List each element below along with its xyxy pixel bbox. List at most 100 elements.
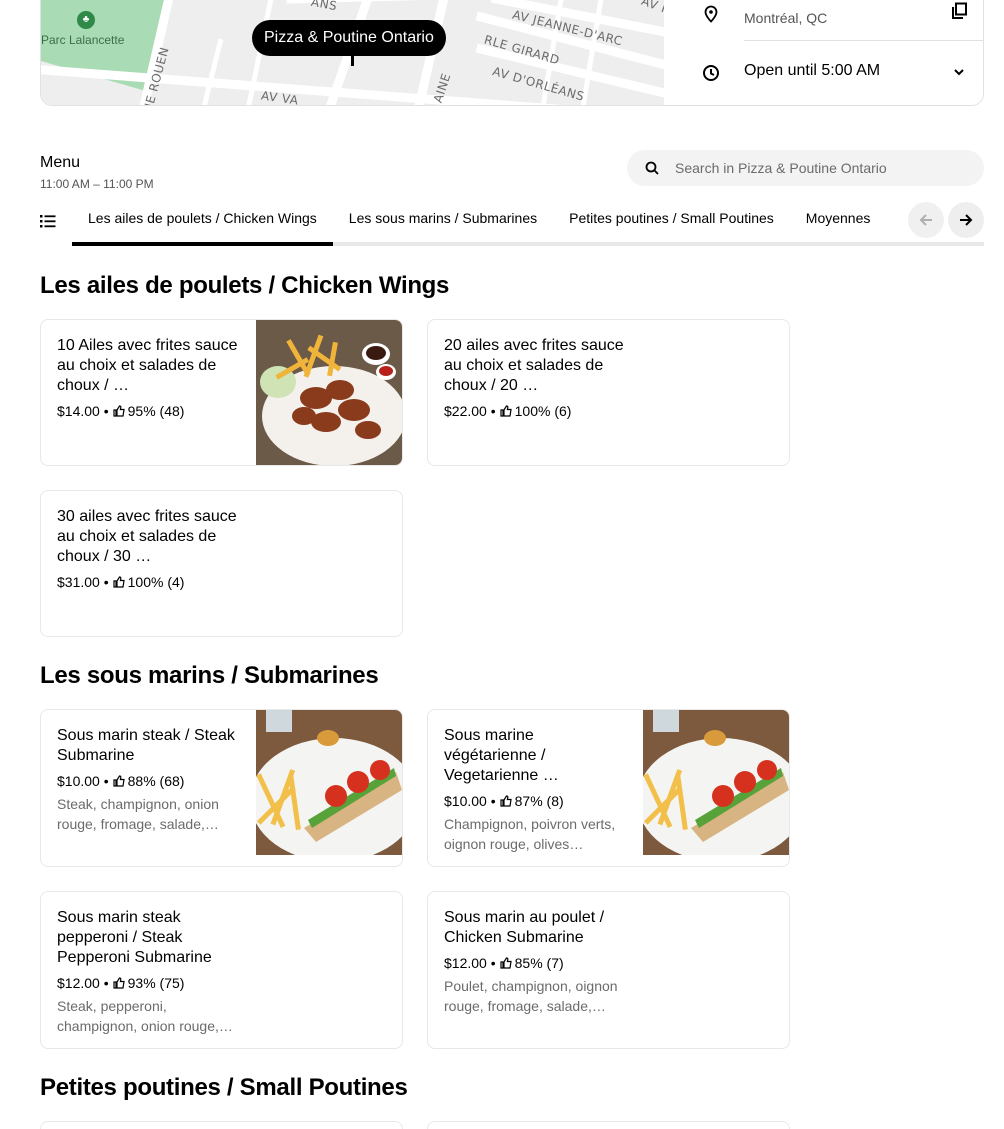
arrow-right-icon [960, 214, 973, 226]
arrow-left-icon [919, 214, 932, 226]
menu-item-name: Sous marin steak / Steak Submarine [57, 727, 235, 764]
menu-item-meta: $31.00 • 100% (4) [57, 573, 239, 591]
menu-hours: 11:00 AM – 11:00 PM [40, 177, 154, 191]
menu-item-rating: 87% (8) [514, 793, 564, 809]
menu-item-price: $12.00 [57, 975, 100, 991]
menu-item-price: $12.00 [444, 955, 487, 971]
search-input[interactable] [675, 150, 975, 186]
thumbs-up-icon [500, 957, 512, 969]
map-pin-icon [704, 5, 718, 23]
menu-title: Menu [40, 154, 81, 171]
menu-item-name: Sous marin au poulet / Chicken Submarine [444, 909, 605, 946]
menu-item-card[interactable]: Sous marin steak / Steak Submarine $10.0… [40, 709, 403, 867]
menu-search[interactable] [627, 150, 984, 186]
menu-item-meta: $10.00 • 87% (8) [444, 792, 626, 810]
menu-item-price: $14.00 [57, 403, 100, 419]
menu-item-text: 10 Ailes avec frites sauce au choix et s… [57, 336, 239, 420]
menu-item-name: Sous marine végétarienne / Vegetarienne … [444, 727, 559, 784]
menu-item-text: Sous marin steak pepperoni / Steak Peppe… [57, 908, 239, 1036]
menu-item-name: 20 ailes avec frites sauce au choix et s… [444, 337, 624, 394]
menu-item-meta: $22.00 • 100% (6) [444, 402, 626, 420]
thumbs-up-icon [500, 405, 512, 417]
menu-item-meta: $12.00 • 93% (75) [57, 974, 239, 992]
meta-separator: • [99, 773, 109, 789]
info-divider [744, 40, 983, 41]
food-photo-submarine [643, 710, 789, 855]
store-map-marker-stem [351, 55, 354, 66]
menu-item-price: $10.00 [57, 773, 100, 789]
menu-item-name: 30 ailes avec frites sauce au choix et s… [57, 508, 237, 565]
menu-item-rating: 100% (6) [514, 403, 572, 419]
menu-item-meta: $14.00 • 95% (48) [57, 402, 239, 420]
section-title: Les sous marins / Submarines [40, 662, 379, 689]
store-map[interactable]: ♣ Parc Lalancette AV JEANNE-D'ARC RLE GI… [41, 0, 664, 105]
category-tab[interactable]: Petites poutines / Small Poutines [553, 200, 790, 246]
meta-separator: • [99, 975, 109, 991]
thumbs-up-icon [113, 775, 125, 787]
menu-item-description: Champignon, poivron verts, oignon rouge,… [444, 816, 616, 852]
store-map-card: ♣ Parc Lalancette AV JEANNE-D'ARC RLE GI… [40, 0, 984, 106]
store-info-panel: Montréal, QC Open until 5:00 AM [664, 0, 983, 105]
menu-item-photo[interactable] [256, 320, 402, 465]
tabs-list: Les ailes de poulets / Chicken Wings Les … [72, 200, 886, 246]
menu-item-description: Poulet, champignon, oignon rouge, fromag… [444, 978, 618, 1014]
menu-item-text: Sous marin au poulet / Chicken Submarine… [444, 908, 626, 1016]
section-title: Petites poutines / Small Poutines [40, 1074, 408, 1101]
copy-icon[interactable] [950, 2, 968, 20]
tabs-next-button[interactable] [948, 202, 984, 238]
chevron-down-icon[interactable] [952, 65, 966, 79]
store-map-marker[interactable]: Pizza & Poutine Ontario [252, 20, 446, 56]
search-icon [645, 161, 659, 175]
store-hours-status[interactable]: Open until 5:00 AM [744, 62, 880, 80]
category-tab[interactable]: Moyennes [790, 200, 887, 246]
menu-item-description: Steak, pepperoni, champignon, onion roug… [57, 998, 233, 1034]
thumbs-up-icon [113, 405, 125, 417]
menu-item-name: Sous marin steak pepperoni / Steak Peppe… [57, 909, 212, 966]
menu-item-text: Sous marin steak / Steak Submarine $10.0… [57, 726, 239, 834]
menu-item-price: $22.00 [444, 403, 487, 419]
meta-separator: • [99, 403, 109, 419]
category-tab[interactable]: Les ailes de poulets / Chicken Wings [72, 200, 333, 246]
menu-item-card[interactable]: 20 ailes avec frites sauce au choix et s… [427, 319, 790, 466]
clock-icon [703, 65, 719, 81]
menu-item-card[interactable]: 30 ailes avec frites sauce au choix et s… [40, 490, 403, 637]
section-title: Les ailes de poulets / Chicken Wings [40, 272, 450, 299]
meta-separator: • [486, 793, 496, 809]
menu-item-rating: 93% (75) [127, 975, 185, 991]
menu-item-photo[interactable] [643, 710, 789, 855]
menu-item-card[interactable]: Sous marine végétarienne / Vegetarienne … [427, 709, 790, 867]
menu-item-card[interactable]: 10 Ailes avec frites sauce au choix et s… [40, 319, 403, 466]
menu-item-card[interactable] [427, 1121, 790, 1129]
store-city: Montréal, QC [744, 10, 828, 26]
menu-item-price: $31.00 [57, 574, 100, 590]
menu-item-card[interactable]: Sous marin au poulet / Chicken Submarine… [427, 891, 790, 1049]
map-park-label: Parc Lalancette [41, 33, 125, 47]
meta-separator: • [486, 403, 496, 419]
thumbs-up-icon [113, 977, 125, 989]
menu-item-price: $10.00 [444, 793, 487, 809]
menu-item-rating: 85% (7) [514, 955, 564, 971]
thumbs-up-icon [113, 576, 125, 588]
menu-item-rating: 100% (4) [127, 574, 185, 590]
menu-item-text: 30 ailes avec frites sauce au choix et s… [57, 507, 239, 591]
category-tabs: Les ailes de poulets / Chicken Wings Les … [40, 200, 984, 248]
meta-separator: • [486, 955, 496, 971]
park-icon: ♣ [77, 11, 95, 29]
food-photo-submarine [256, 710, 402, 855]
menu-item-name: 10 Ailes avec frites sauce au choix et s… [57, 337, 238, 394]
category-tab[interactable]: Les sous marins / Submarines [333, 200, 553, 246]
food-photo-wings [256, 320, 402, 465]
menu-item-meta: $12.00 • 85% (7) [444, 954, 626, 972]
menu-item-meta: $10.00 • 88% (68) [57, 772, 239, 790]
menu-item-rating: 88% (68) [127, 773, 185, 789]
thumbs-up-icon [500, 795, 512, 807]
menu-item-rating: 95% (48) [127, 403, 185, 419]
meta-separator: • [99, 574, 109, 590]
menu-item-card[interactable]: Sous marin steak pepperoni / Steak Peppe… [40, 891, 403, 1049]
menu-item-description: Steak, champignon, onion rouge, fromage,… [57, 796, 219, 832]
list-icon[interactable] [40, 213, 56, 229]
menu-item-text: Sous marine végétarienne / Vegetarienne … [444, 726, 626, 854]
menu-item-photo[interactable] [256, 710, 402, 855]
tabs-prev-button[interactable] [908, 202, 944, 238]
menu-item-card[interactable] [40, 1121, 403, 1129]
